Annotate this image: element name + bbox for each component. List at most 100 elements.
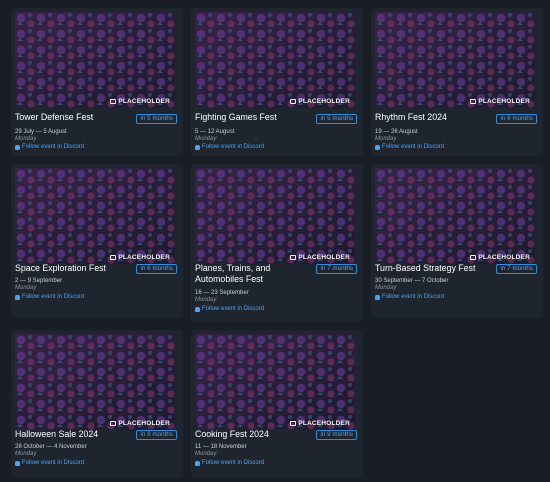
follow-label: Follow event in Discord	[202, 144, 265, 150]
event-thumbnail[interactable]: PLACEHOLDER	[15, 334, 175, 430]
event-card[interactable]: PLACEHOLDER Halloween Sale 2024 in 8 mon…	[11, 330, 183, 478]
follow-label: Follow event in Discord	[22, 460, 85, 466]
placeholder-label: PLACEHOLDER	[118, 98, 170, 105]
event-card[interactable]: PLACEHOLDER Rhythm Fest 2024 in 6 months…	[371, 8, 543, 156]
image-icon	[470, 99, 477, 104]
follow-label: Follow event in Discord	[202, 306, 265, 312]
placeholder-badge: PLACEHOLDER	[470, 254, 530, 261]
event-thumbnail[interactable]: PLACEHOLDER	[195, 12, 355, 108]
placeholder-label: PLACEHOLDER	[298, 98, 350, 105]
countdown-badge: in 7 months	[496, 264, 537, 274]
countdown-badge: in 5 months	[316, 114, 357, 124]
countdown-badge: in 6 months	[136, 264, 177, 274]
placeholder-pattern-image	[375, 12, 535, 108]
bell-icon	[375, 294, 380, 300]
event-dates: 30 September — 7 October	[375, 278, 449, 284]
placeholder-badge: PLACEHOLDER	[290, 254, 350, 261]
event-dates: 2 — 9 September	[15, 278, 63, 284]
placeholder-pattern-image	[15, 168, 175, 264]
event-card[interactable]: PLACEHOLDER Cooking Fest 2024 in 9 month…	[191, 330, 363, 478]
follow-label: Follow event in Discord	[22, 294, 85, 300]
follow-label: Follow event in Discord	[202, 460, 265, 466]
event-dates: 11 — 18 November	[195, 444, 247, 450]
placeholder-badge: PLACEHOLDER	[290, 420, 350, 427]
follow-discord-link[interactable]: Follow event in Discord	[15, 294, 84, 300]
follow-discord-link[interactable]: Follow event in Discord	[195, 306, 264, 312]
placeholder-pattern-image	[375, 168, 535, 264]
follow-discord-link[interactable]: Follow event in Discord	[375, 144, 444, 150]
event-title[interactable]: Cooking Fest 2024	[195, 429, 313, 440]
event-thumbnail[interactable]: PLACEHOLDER	[375, 12, 535, 108]
placeholder-badge: PLACEHOLDER	[110, 254, 170, 261]
event-day: Monday	[15, 451, 37, 457]
event-title[interactable]: Planes, Trains, and Automobiles Fest	[195, 263, 313, 285]
bell-icon	[375, 144, 380, 150]
placeholder-label: PLACEHOLDER	[118, 254, 170, 261]
bell-icon	[15, 294, 20, 300]
placeholder-badge: PLACEHOLDER	[470, 98, 530, 105]
event-title[interactable]: Space Exploration Fest	[15, 263, 133, 274]
countdown-badge: in 5 months	[136, 114, 177, 124]
event-title[interactable]: Rhythm Fest 2024	[375, 112, 493, 123]
event-thumbnail[interactable]: PLACEHOLDER	[15, 168, 175, 264]
countdown-badge: in 6 months	[496, 114, 537, 124]
event-card[interactable]: PLACEHOLDER Space Exploration Fest in 6 …	[11, 164, 183, 318]
event-day: Monday	[195, 451, 217, 457]
countdown-badge: in 7 months	[316, 264, 357, 274]
event-day: Monday	[15, 136, 37, 142]
event-thumbnail[interactable]: PLACEHOLDER	[375, 168, 535, 264]
event-day: Monday	[195, 136, 217, 142]
placeholder-badge: PLACEHOLDER	[290, 98, 350, 105]
image-icon	[290, 99, 297, 104]
follow-label: Follow event in Discord	[22, 144, 85, 150]
bell-icon	[195, 460, 200, 466]
event-card[interactable]: PLACEHOLDER Tower Defense Fest in 5 mont…	[11, 8, 183, 156]
event-dates: 5 — 12 August	[195, 129, 235, 135]
event-thumbnail[interactable]: PLACEHOLDER	[195, 334, 355, 430]
image-icon	[290, 421, 297, 426]
follow-discord-link[interactable]: Follow event in Discord	[15, 460, 84, 466]
follow-discord-link[interactable]: Follow event in Discord	[375, 294, 444, 300]
bell-icon	[15, 144, 20, 150]
event-thumbnail[interactable]: PLACEHOLDER	[15, 12, 175, 108]
event-day: Monday	[375, 136, 397, 142]
placeholder-pattern-image	[195, 12, 355, 108]
countdown-badge: in 9 months	[316, 430, 357, 440]
event-dates: 29 July — 5 August	[15, 129, 67, 135]
event-card[interactable]: PLACEHOLDER Turn-Based Strategy Fest in …	[371, 164, 543, 318]
placeholder-label: PLACEHOLDER	[478, 254, 530, 261]
event-title[interactable]: Halloween Sale 2024	[15, 429, 133, 440]
placeholder-pattern-image	[15, 334, 175, 430]
image-icon	[290, 255, 297, 260]
event-day: Monday	[195, 297, 217, 303]
event-title[interactable]: Turn-Based Strategy Fest	[375, 263, 493, 274]
event-card[interactable]: PLACEHOLDER Fighting Games Fest in 5 mon…	[191, 8, 363, 156]
event-card[interactable]: PLACEHOLDER Planes, Trains, and Automobi…	[191, 164, 363, 322]
event-dates: 28 October — 4 November	[15, 444, 87, 450]
placeholder-pattern-image	[15, 12, 175, 108]
follow-discord-link[interactable]: Follow event in Discord	[15, 144, 84, 150]
placeholder-label: PLACEHOLDER	[118, 420, 170, 427]
placeholder-pattern-image	[195, 334, 355, 430]
bell-icon	[195, 144, 200, 150]
placeholder-label: PLACEHOLDER	[478, 98, 530, 105]
follow-discord-link[interactable]: Follow event in Discord	[195, 144, 264, 150]
countdown-badge: in 8 months	[136, 430, 177, 440]
follow-label: Follow event in Discord	[382, 294, 445, 300]
event-day: Monday	[375, 285, 397, 291]
image-icon	[110, 421, 117, 426]
bell-icon	[195, 306, 200, 312]
follow-label: Follow event in Discord	[382, 144, 445, 150]
event-title[interactable]: Fighting Games Fest	[195, 112, 313, 123]
placeholder-badge: PLACEHOLDER	[110, 420, 170, 427]
bell-icon	[15, 460, 20, 466]
placeholder-pattern-image	[195, 168, 355, 264]
event-day: Monday	[15, 285, 37, 291]
placeholder-badge: PLACEHOLDER	[110, 98, 170, 105]
event-thumbnail[interactable]: PLACEHOLDER	[195, 168, 355, 264]
event-dates: 19 — 26 August	[375, 129, 418, 135]
image-icon	[110, 99, 117, 104]
event-title[interactable]: Tower Defense Fest	[15, 112, 133, 123]
follow-discord-link[interactable]: Follow event in Discord	[195, 460, 264, 466]
image-icon	[470, 255, 477, 260]
